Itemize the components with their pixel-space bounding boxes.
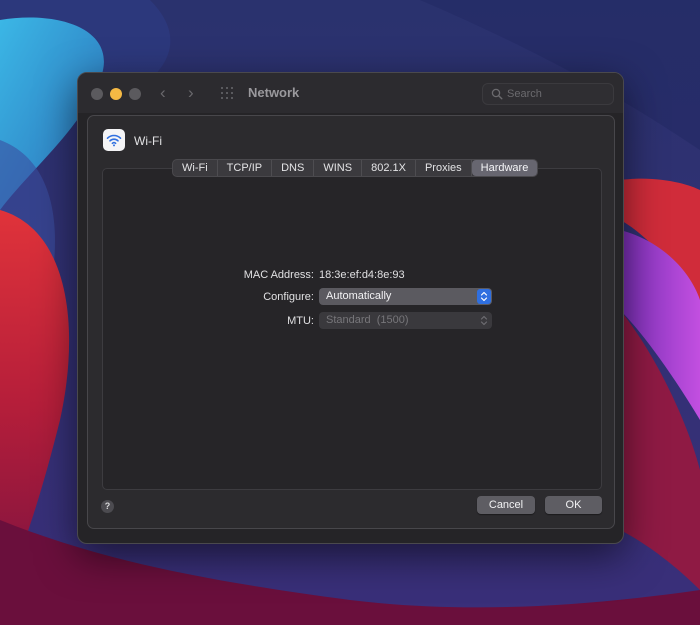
interface-name: Wi-Fi — [134, 134, 162, 148]
mac-address-label: MAC Address: — [243, 269, 314, 281]
forward-arrow-icon[interactable]: › — [188, 83, 194, 103]
search-field[interactable] — [482, 83, 614, 105]
back-arrow-icon[interactable]: ‹ — [160, 83, 166, 103]
tab-wins[interactable]: WINS — [314, 160, 363, 176]
close-window-button[interactable] — [91, 88, 103, 100]
title-bar: ‹ › Network — [78, 73, 623, 113]
mtu-select: Standard (1500) — [319, 312, 492, 329]
hardware-sheet: Wi-Fi Wi-Fi TCP/IP DNS WINS 802.1X Proxi… — [87, 115, 615, 529]
configure-select-value: Automatically — [326, 290, 392, 302]
chevron-up-down-icon — [477, 313, 491, 328]
tab-8021x[interactable]: 802.1X — [362, 160, 416, 176]
mac-address-value: 18:3e:ef:d4:8e:93 — [319, 269, 405, 281]
zoom-window-button[interactable] — [129, 88, 141, 100]
tab-bar: Wi-Fi TCP/IP DNS WINS 802.1X Proxies Har… — [172, 159, 539, 177]
search-icon — [491, 88, 503, 100]
cancel-button[interactable]: Cancel — [477, 496, 535, 514]
tab-hardware[interactable]: Hardware — [471, 160, 538, 176]
configure-label: Configure: — [263, 291, 314, 303]
ok-button[interactable]: OK — [545, 496, 602, 514]
tab-wifi[interactable]: Wi-Fi — [173, 160, 218, 176]
tab-tcpip[interactable]: TCP/IP — [218, 160, 273, 176]
tab-proxies[interactable]: Proxies — [416, 160, 472, 176]
minimize-window-button[interactable] — [110, 88, 122, 100]
mtu-label: MTU: — [287, 315, 314, 327]
chevron-up-down-icon — [477, 289, 491, 304]
tab-dns[interactable]: DNS — [272, 160, 315, 176]
search-input[interactable] — [507, 86, 607, 102]
mtu-select-value: Standard (1500) — [326, 314, 409, 326]
show-all-grid-icon[interactable] — [221, 87, 237, 99]
settings-panel — [102, 168, 602, 490]
help-button[interactable]: ? — [101, 500, 114, 513]
window-title: Network — [248, 85, 300, 100]
configure-select[interactable]: Automatically — [319, 288, 492, 305]
wifi-icon — [103, 129, 125, 151]
network-window: ‹ › Network Wi-Fi Wi-Fi — [77, 72, 624, 544]
